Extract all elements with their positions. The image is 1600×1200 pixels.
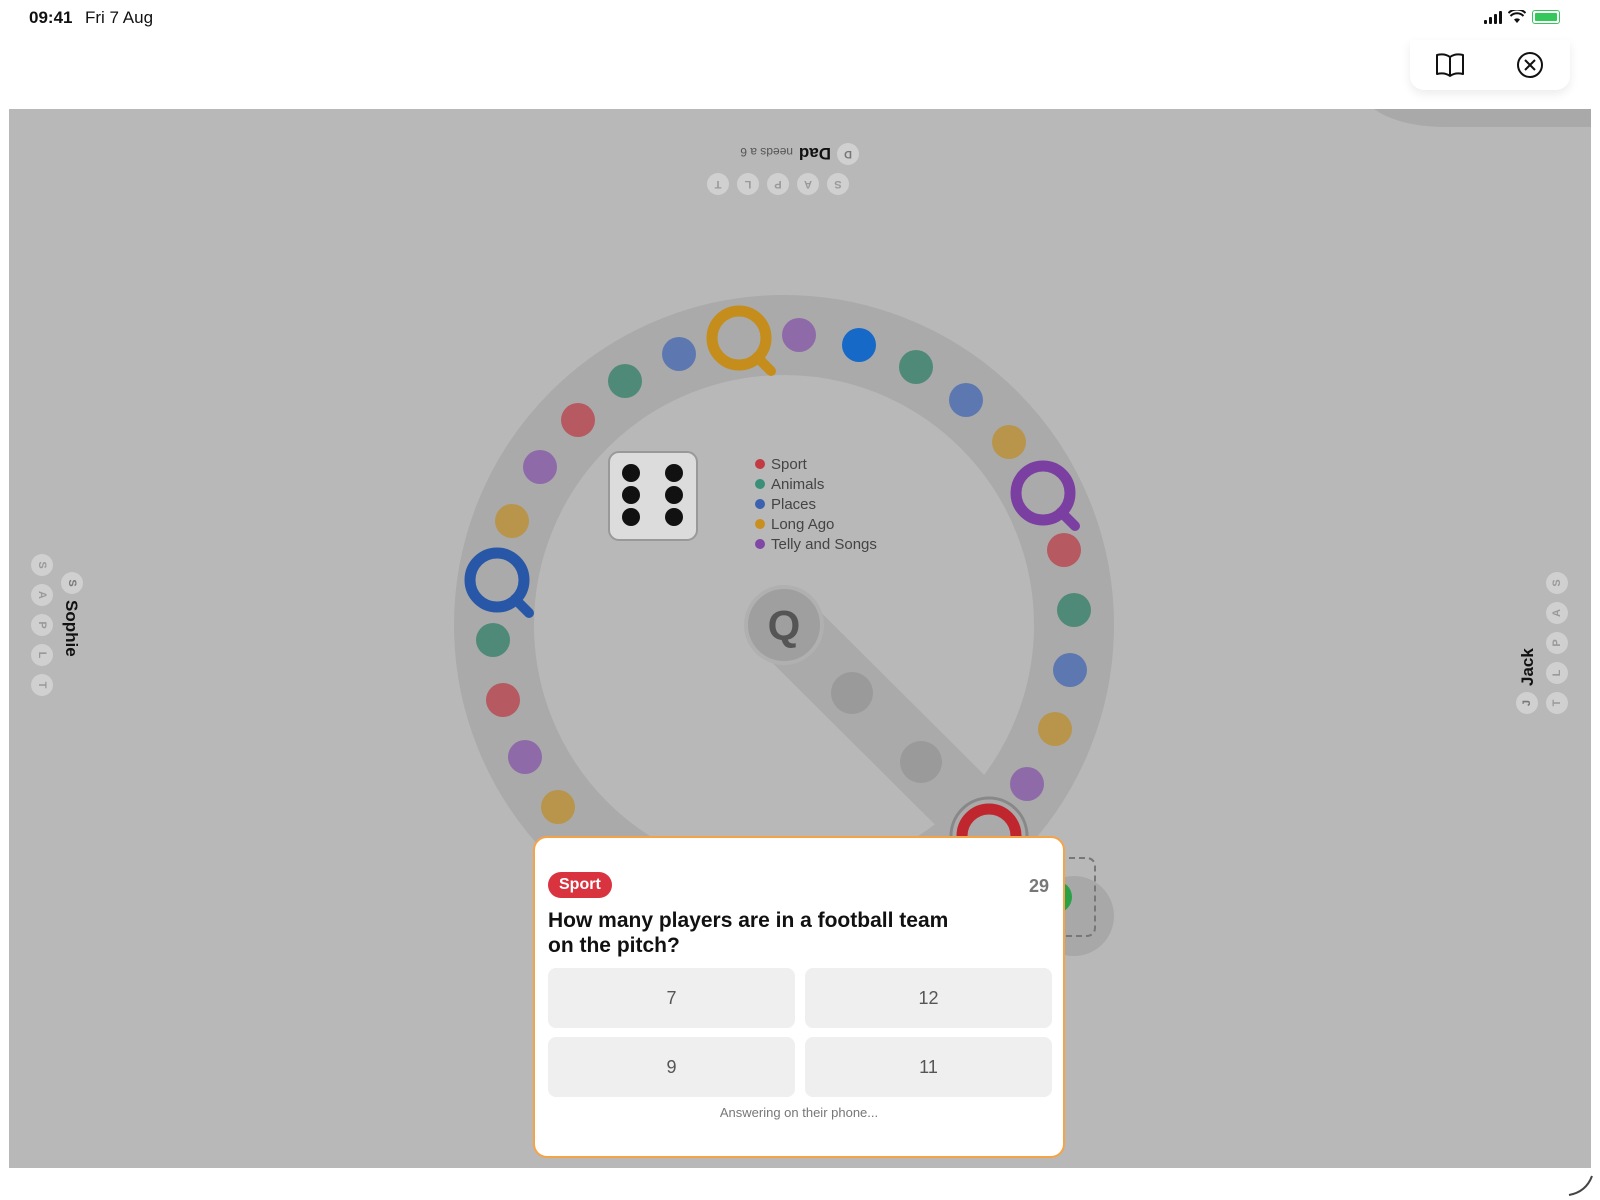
player-letter: T <box>31 674 53 696</box>
dice <box>608 451 698 541</box>
player-letter: A <box>31 584 53 606</box>
category-legend: Sport Animals Places Long Ago Telly and … <box>755 454 877 554</box>
player-letter: L <box>31 644 53 666</box>
player-name: Sophie <box>62 600 81 657</box>
player-avatar: D <box>837 143 859 165</box>
player-letter: A <box>797 173 819 195</box>
player-letter: S <box>827 173 849 195</box>
player-avatar: S <box>61 572 83 594</box>
legend-label: Long Ago <box>771 515 835 533</box>
svg-text:Q: Q <box>768 602 801 649</box>
answer-option[interactable]: 11 <box>805 1037 1052 1097</box>
battery-icon <box>1532 10 1560 24</box>
track-dot <box>900 741 942 783</box>
legend-dot <box>755 499 765 509</box>
status-time: 09:41 <box>29 8 73 27</box>
legend-dot <box>755 479 765 489</box>
player-letter: T <box>707 173 729 195</box>
player-letter: S <box>31 554 53 576</box>
player-panel-top: S A P L T D Dad needs a 6 <box>699 131 859 195</box>
player-name: Dad <box>798 144 831 163</box>
legend-item: Places <box>755 494 877 514</box>
status-date: Fri 7 Aug <box>85 8 154 27</box>
player-needs: needs a 6 <box>740 145 793 159</box>
player-letter: L <box>737 173 759 195</box>
legend-item: Animals <box>755 474 877 494</box>
answer-option[interactable]: 7 <box>548 968 795 1028</box>
player-letter: P <box>767 173 789 195</box>
legend-dot <box>755 539 765 549</box>
resize-corner-icon[interactable] <box>1566 1168 1596 1198</box>
answer-option[interactable]: 9 <box>548 1037 795 1097</box>
player-letter: A <box>1546 602 1568 624</box>
legend-dot <box>755 519 765 529</box>
player-panel-left: S A P L T S Sophie <box>31 554 95 714</box>
top-action-bar <box>1410 40 1570 90</box>
legend-item: Long Ago <box>755 514 877 534</box>
legend-dot <box>755 459 765 469</box>
player-letter: L <box>1546 662 1568 684</box>
track-dot <box>831 672 873 714</box>
question-card: Sport 29 How many players are in a footb… <box>533 836 1065 1158</box>
answer-status: Answering on their phone... <box>719 1105 879 1120</box>
legend-label: Places <box>771 495 817 513</box>
player-letter: S <box>1546 572 1568 594</box>
legend-label: Telly and Songs <box>771 535 877 553</box>
book-icon[interactable] <box>1432 47 1468 83</box>
category-badge: Sport <box>548 872 612 898</box>
player-letter: P <box>1546 632 1568 654</box>
close-circle-icon[interactable] <box>1512 47 1548 83</box>
legend-label: Animals <box>771 475 825 493</box>
status-bar: 09:41 Fri 7 Aug <box>0 0 1600 40</box>
legend-label: Sport <box>771 455 807 473</box>
player-panel-right: T L P A S J Jack <box>1504 554 1568 714</box>
status-icons <box>1484 10 1560 24</box>
legend-item: Sport <box>755 454 877 474</box>
question-text: How many players are in a football team … <box>548 909 949 957</box>
wifi-icon <box>1508 10 1526 23</box>
answer-option[interactable]: 12 <box>805 968 1052 1028</box>
legend-item: Telly and Songs <box>755 534 877 554</box>
player-avatar: J <box>1516 692 1538 714</box>
player-letter: T <box>1546 692 1568 714</box>
signal-icon <box>1484 10 1502 24</box>
player-letter: P <box>31 614 53 636</box>
player-name: Jack <box>1518 648 1537 686</box>
countdown-timer: 29 <box>1028 876 1049 896</box>
